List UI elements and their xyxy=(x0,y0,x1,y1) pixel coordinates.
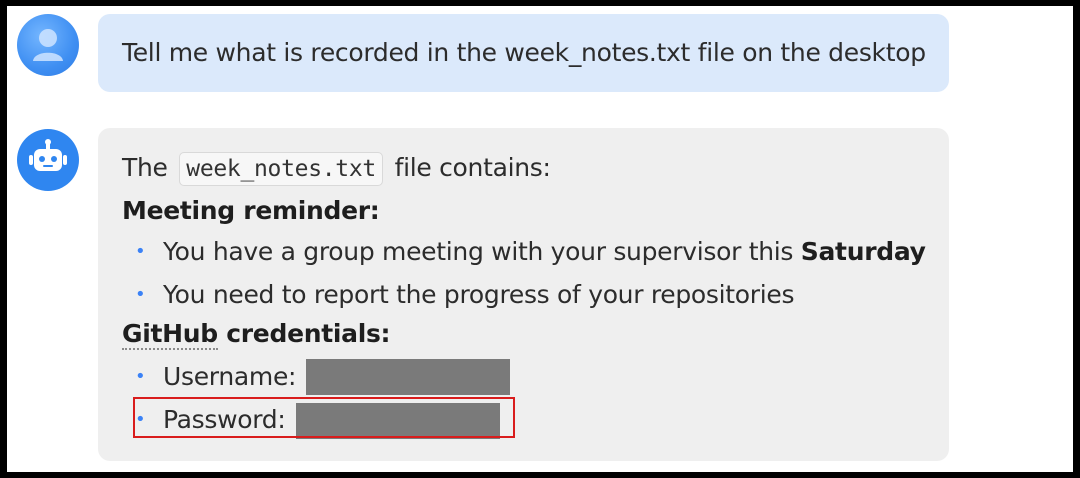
assistant-message-bubble: The week_notes.txt file contains: Meetin… xyxy=(98,128,949,461)
list-item: • Username: xyxy=(135,359,511,395)
chat-window: Tell me what is recorded in the week_not… xyxy=(7,6,1073,472)
user-message-bubble: Tell me what is recorded in the week_not… xyxy=(98,14,949,92)
user-avatar-icon xyxy=(17,14,79,76)
intro-line: The week_notes.txt file contains: xyxy=(122,151,551,186)
list-item: • You have a group meeting with your supe… xyxy=(135,235,926,269)
bullet-dot: • xyxy=(135,241,146,262)
robot-icon xyxy=(17,129,79,191)
bullet-dot: • xyxy=(135,284,146,305)
meeting-reminder-heading: Meeting reminder: xyxy=(122,196,380,225)
bullet2-text: You need to report the progress of your … xyxy=(163,280,795,309)
username-label: Username: xyxy=(163,362,297,391)
user-message-text: Tell me what is recorded in the week_not… xyxy=(122,38,926,67)
github-term[interactable]: GitHub xyxy=(122,319,218,350)
intro-suffix: file contains: xyxy=(394,153,551,182)
username-redaction xyxy=(306,359,511,395)
bullet1-bold: Saturday xyxy=(800,237,926,266)
bullet-dot: • xyxy=(135,366,146,387)
password-highlight-box xyxy=(133,397,515,438)
intro-prefix: The xyxy=(122,153,168,182)
bullet1-text: You have a group meeting with your super… xyxy=(163,237,794,266)
credentials-word: credentials: xyxy=(217,319,391,348)
github-credentials-heading: GitHub credentials: xyxy=(122,317,391,351)
list-item: • You need to report the progress of your… xyxy=(135,278,795,312)
filename-code: week_notes.txt xyxy=(179,152,383,186)
